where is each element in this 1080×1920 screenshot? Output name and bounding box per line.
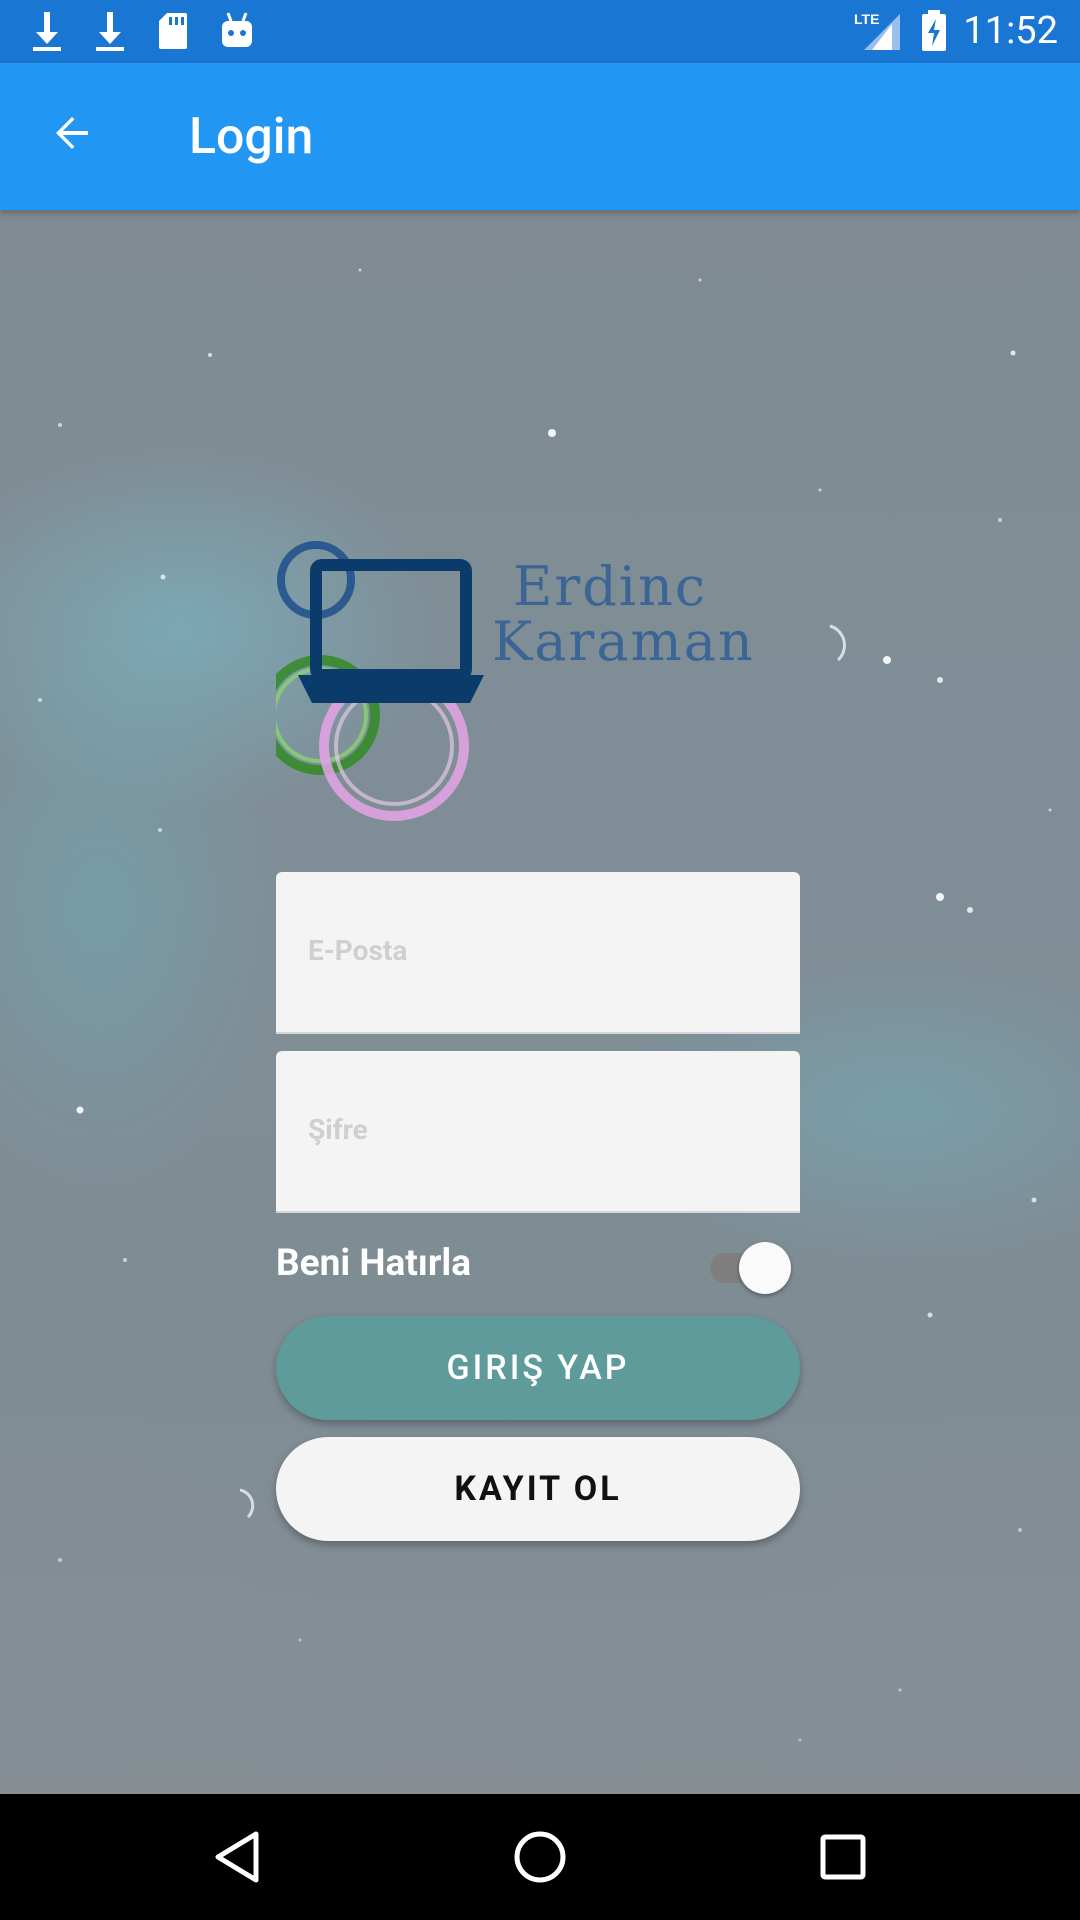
nav-back-button[interactable] [202,1824,272,1894]
back-button[interactable] [40,103,104,167]
brand-logo: Erdinc Karaman [276,525,866,825]
password-placeholder: Şifre [308,1113,368,1146]
nav-home-button[interactable] [505,1824,575,1894]
home-circle-icon [513,1830,567,1888]
remember-me-label: Beni Hatırla [276,1242,472,1285]
logo-name-line2: Karaman [492,610,755,673]
download-icon [93,10,127,52]
signal-icon: LTE [852,10,902,52]
register-button[interactable]: KAYIT OL [276,1437,800,1541]
login-content: Erdinc Karaman E-Posta Şifre Beni Hatırl… [0,210,1080,1794]
email-field[interactable]: E-Posta [276,872,800,1034]
logo-name-line1: Erdinc [513,555,708,618]
status-bar: LTE 11:52 [0,0,1080,63]
battery-charging-icon [920,10,948,52]
android-icon [220,10,254,52]
nav-recents-button[interactable] [808,1824,878,1894]
download-icon [30,10,64,52]
switch-thumb [739,1242,791,1294]
recents-square-icon [820,1834,866,1884]
app-bar: Login [0,63,1080,210]
back-triangle-icon [212,1830,262,1888]
login-button[interactable]: GIRIŞ YAP [276,1316,800,1420]
network-label: LTE [854,11,879,27]
email-placeholder: E-Posta [308,934,408,967]
page-title: Login [189,108,314,166]
sd-card-icon [157,10,189,52]
status-time: 11:52 [963,9,1058,53]
password-field[interactable]: Şifre [276,1051,800,1213]
remember-me-switch[interactable] [706,1238,796,1294]
arrow-back-icon [48,109,96,161]
system-nav-bar [0,1794,1080,1920]
